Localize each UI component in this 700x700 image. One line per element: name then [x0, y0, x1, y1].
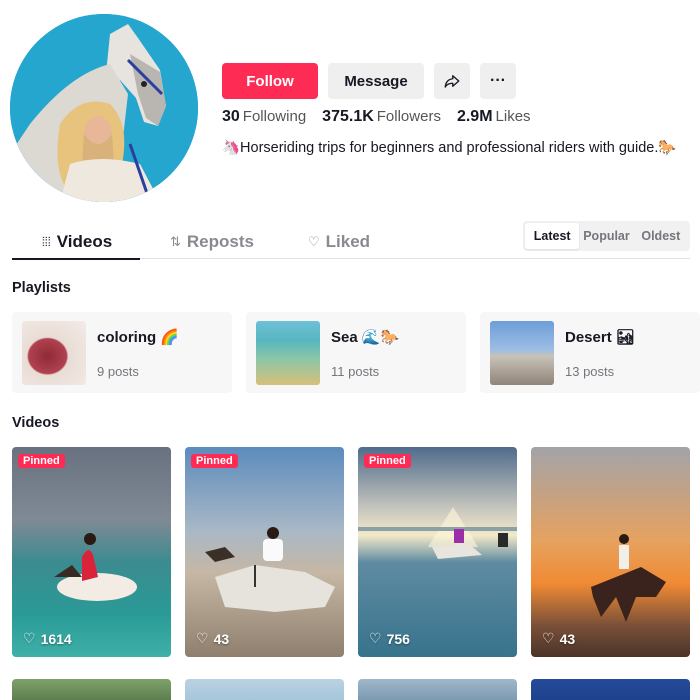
video-tile[interactable]: [185, 679, 344, 700]
follow-button[interactable]: Follow: [222, 63, 318, 99]
playlist-count: 11 posts: [331, 364, 380, 379]
stat-label: Followers: [376, 108, 441, 125]
video-thumbnail: [205, 527, 335, 612]
tab-videos[interactable]: ⦙⦙⦙ Videos: [42, 226, 112, 258]
sort-latest[interactable]: Latest: [525, 223, 580, 249]
video-likes: ♡ 43: [542, 630, 575, 647]
videos-heading: Videos: [12, 415, 60, 431]
stat-label: Likes: [495, 108, 531, 125]
message-button[interactable]: Message: [328, 63, 424, 99]
video-likes: ♡ 756: [369, 630, 410, 647]
likes-count: 43: [213, 630, 230, 647]
active-tab-indicator: [12, 258, 140, 260]
heart-icon: ♡: [369, 630, 382, 646]
heart-icon: ♡: [23, 630, 36, 646]
likes-count: 43: [559, 630, 576, 647]
video-tile[interactable]: Pinned ♡ 756: [358, 447, 517, 657]
heart-icon: ♡: [196, 630, 209, 646]
sort-toggle: Latest Popular Oldest: [523, 221, 690, 251]
sort-popular[interactable]: Popular: [579, 223, 633, 249]
playlist-count: 9 posts: [97, 364, 139, 379]
more-icon: ···: [490, 72, 506, 89]
pinned-badge: Pinned: [18, 454, 65, 468]
playlist-card[interactable]: Sea 🌊🐎 11 posts: [246, 312, 466, 393]
playlist-thumbnail: [490, 321, 554, 385]
tab-label: Videos: [56, 232, 113, 251]
stat-value: 30: [222, 108, 240, 125]
avatar-image: [10, 14, 198, 202]
profile-actions: Follow Message ···: [222, 63, 516, 99]
stat-following[interactable]: 30 Following: [222, 108, 306, 126]
more-button[interactable]: ···: [480, 63, 516, 99]
heart-lock-icon: ♡: [308, 234, 320, 249]
stat-followers[interactable]: 375.1K Followers: [322, 108, 441, 126]
playlist-thumbnail: [256, 321, 320, 385]
playlist-name: Sea 🌊🐎: [331, 329, 400, 346]
video-thumbnail: [358, 507, 517, 559]
likes-count: 1614: [40, 630, 72, 647]
video-likes: ♡ 1614: [23, 630, 72, 647]
video-tile[interactable]: ♡ 43: [531, 447, 690, 657]
share-button[interactable]: [434, 63, 470, 99]
sort-oldest[interactable]: Oldest: [634, 223, 688, 249]
video-thumbnail: [54, 533, 137, 601]
video-likes: ♡ 43: [196, 630, 229, 647]
avatar[interactable]: [10, 14, 198, 202]
playlist-card[interactable]: coloring 🌈 9 posts: [12, 312, 232, 393]
stat-likes: 2.9M Likes: [457, 108, 531, 126]
playlist-count: 13 posts: [565, 364, 615, 379]
likes-count: 756: [386, 630, 410, 647]
stat-value: 2.9M: [456, 108, 493, 125]
pinned-badge: Pinned: [364, 454, 411, 468]
grid-icon: ⦙⦙⦙: [42, 234, 51, 249]
tab-reposts[interactable]: ⇅ Reposts: [170, 226, 254, 258]
profile-bio: 🦄Horseriding trips for beginners and pro…: [222, 140, 677, 156]
tab-liked[interactable]: ♡ Liked: [308, 226, 370, 258]
stat-label: Following: [242, 108, 307, 125]
tab-label: Reposts: [186, 232, 254, 251]
profile-stats: 30 Following 375.1K Followers 2.9M Likes: [222, 108, 531, 126]
pinned-badge: Pinned: [191, 454, 238, 468]
stat-value: 375.1K: [322, 108, 374, 125]
heart-icon: ♡: [542, 630, 555, 646]
video-tile[interactable]: Pinned ♡ 1614: [12, 447, 171, 657]
video-tile[interactable]: [12, 679, 171, 700]
repost-icon: ⇅: [170, 234, 181, 249]
playlist-name: Desert 🏜: [565, 329, 635, 346]
playlist-card[interactable]: Desert 🏜 13 posts: [480, 312, 700, 393]
tab-label: Liked: [325, 232, 371, 251]
video-thumbnail: [591, 534, 666, 622]
playlists-heading: Playlists: [12, 280, 71, 296]
playlist-name: coloring 🌈: [97, 329, 180, 346]
video-tile[interactable]: [358, 679, 517, 700]
share-icon: [444, 75, 460, 88]
playlist-thumbnail: [22, 321, 86, 385]
video-tile[interactable]: [531, 679, 690, 700]
video-tile[interactable]: Pinned ♡ 43: [185, 447, 344, 657]
